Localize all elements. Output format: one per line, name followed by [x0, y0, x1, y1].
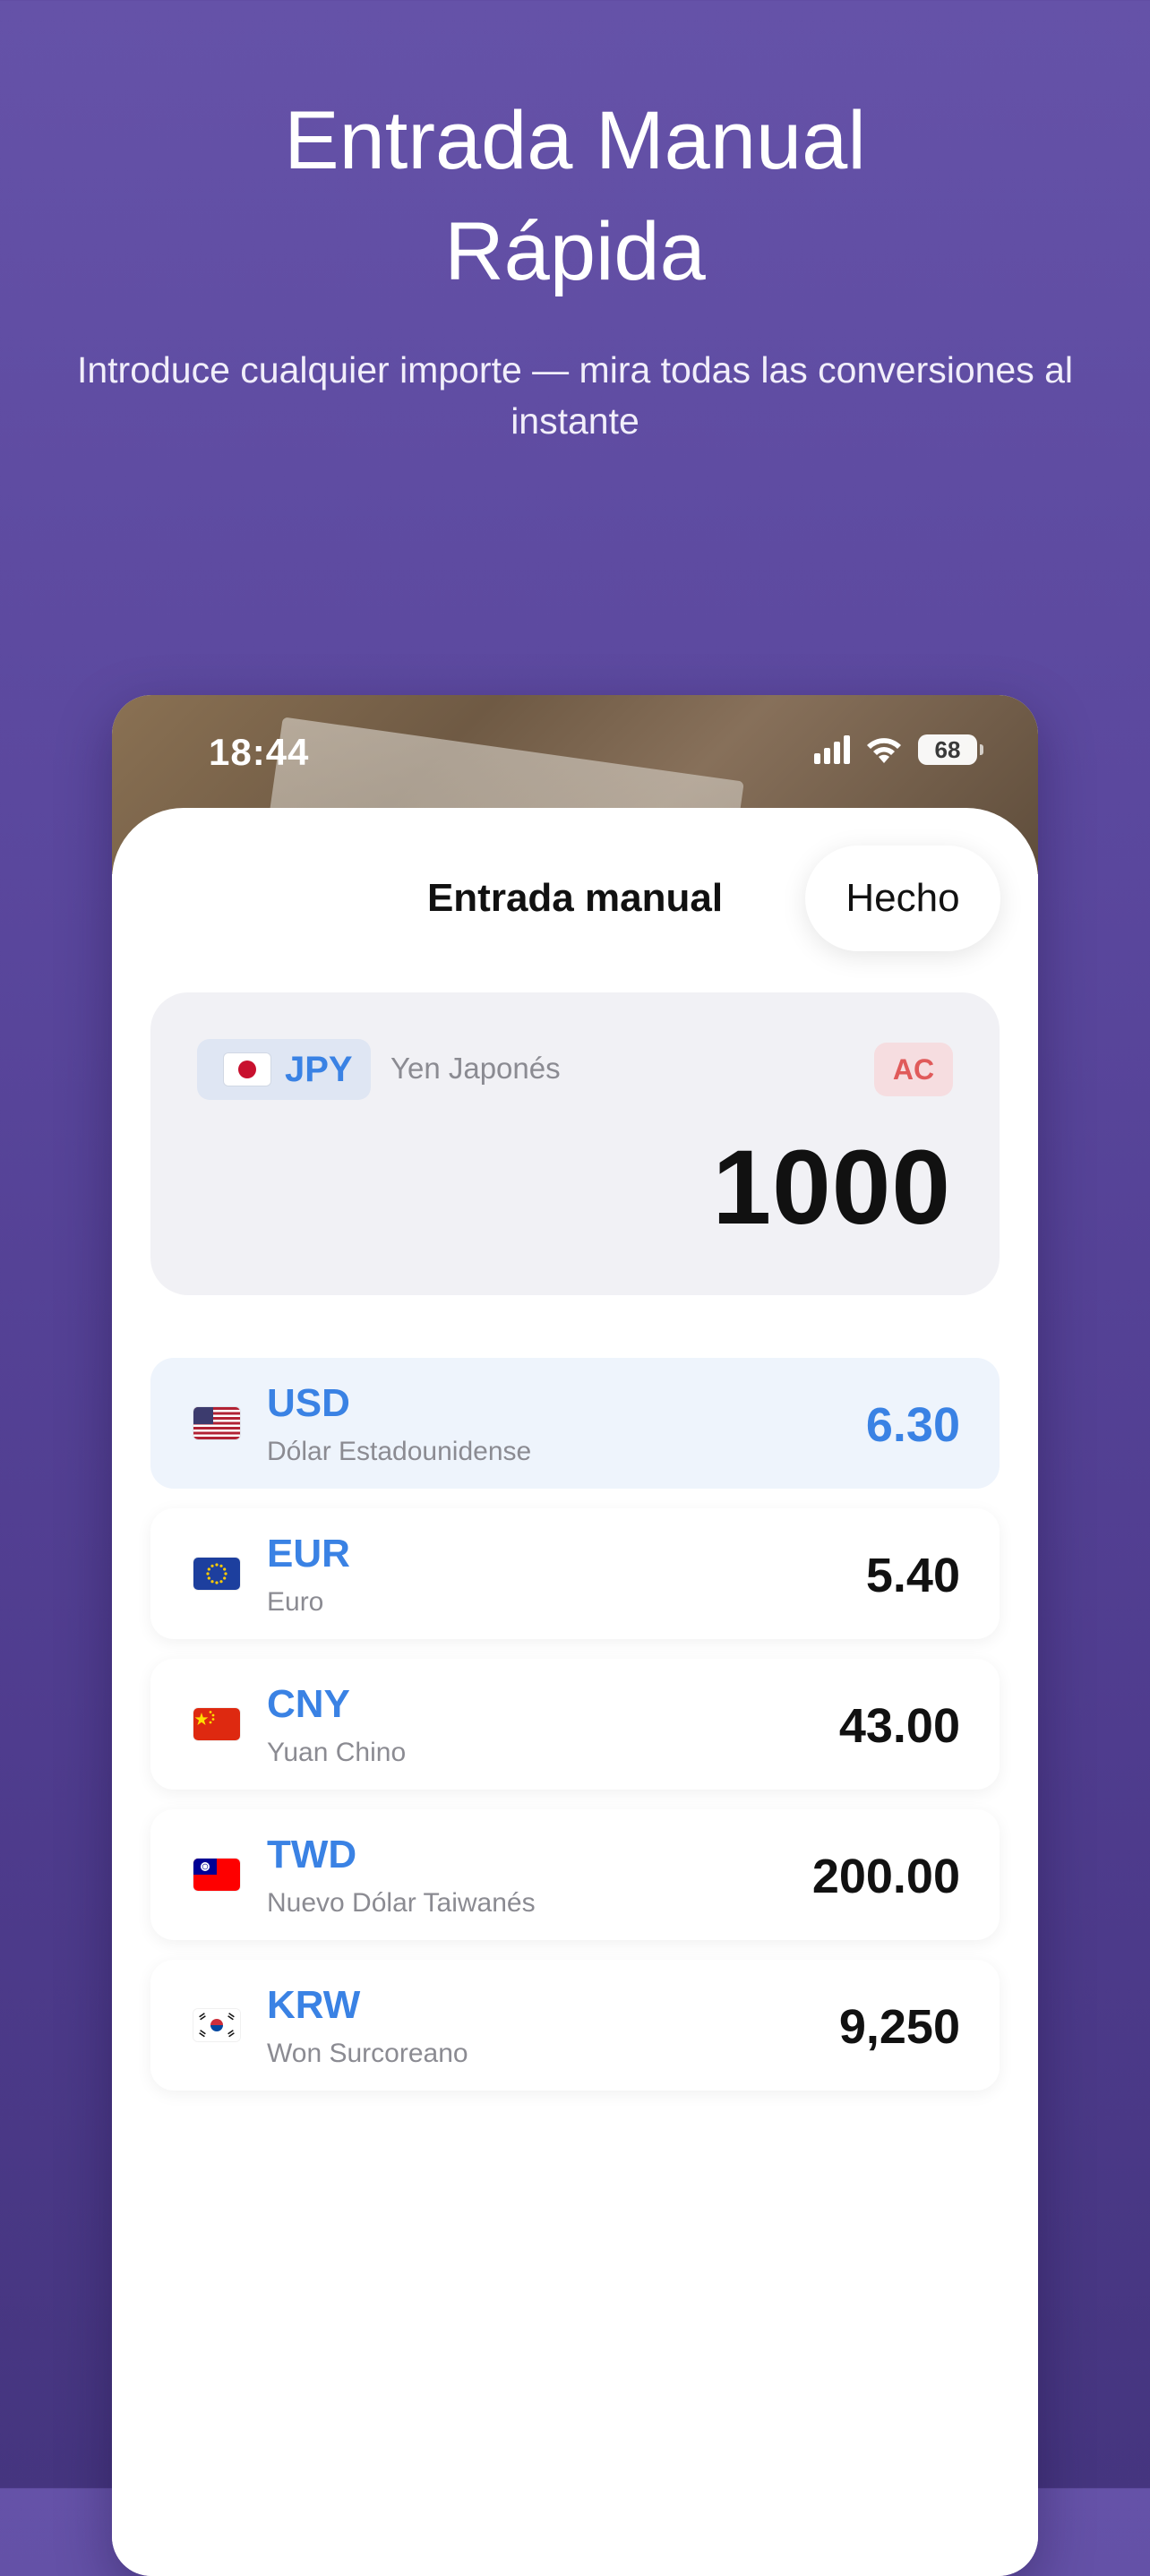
source-currency-name: Yen Japonés — [390, 1052, 561, 1085]
cn-flag-icon — [193, 1708, 240, 1740]
rate-row-cny[interactable]: CNY Yuan Chino 43.00 — [150, 1659, 1000, 1790]
rate-name: Dólar Estadounidense — [267, 1437, 532, 1466]
battery-icon: 68 — [918, 734, 983, 765]
rate-code: KRW — [267, 1983, 361, 2027]
source-currency-code: JPY — [285, 1049, 353, 1089]
jp-flag-icon — [224, 1053, 270, 1086]
signal-icon — [814, 735, 850, 764]
amount-input-card[interactable]: JPY Yen Japonés AC 1000 — [150, 992, 1000, 1295]
amount-value[interactable]: 1000 — [712, 1127, 951, 1249]
kr-flag-icon — [193, 2009, 240, 2041]
battery-level: 68 — [934, 735, 961, 763]
rate-value: 200.00 — [811, 1850, 960, 1903]
rate-value: 6.30 — [865, 1398, 960, 1452]
rate-name: Nuevo Dólar Taiwanés — [267, 1888, 536, 1918]
rate-code: USD — [267, 1381, 350, 1425]
wifi-icon — [864, 734, 904, 765]
phone-mockup: 18:44 68 Entrada manual Hecho JPY Yen Ja… — [112, 695, 1038, 2576]
tw-flag-icon — [193, 1859, 240, 1891]
rate-name: Won Surcoreano — [267, 2039, 468, 2068]
hero-title: Entrada Manual Rápida — [284, 95, 866, 297]
rate-row-krw[interactable]: KRW Won Surcoreano 9,250 — [150, 1960, 1000, 2091]
rate-code: TWD — [267, 1833, 357, 1876]
done-button[interactable]: Hecho — [805, 846, 1000, 951]
status-icons: 68 — [814, 734, 983, 765]
eu-flag-icon — [193, 1558, 240, 1590]
rate-row-eur[interactable]: EUR Euro 5.40 — [150, 1508, 1000, 1639]
hero-subtitle: Introduce cualquier importe — mira todas… — [76, 349, 1074, 442]
rate-value: 43.00 — [838, 1699, 960, 1753]
rate-code: CNY — [267, 1682, 350, 1726]
source-currency-chip[interactable]: JPY — [197, 1039, 371, 1100]
clear-button[interactable]: AC — [874, 1043, 953, 1096]
rate-name: Yuan Chino — [267, 1738, 407, 1767]
rate-name: Euro — [267, 1587, 324, 1617]
rate-row-usd[interactable]: USD Dólar Estadounidense 6.30 — [150, 1358, 1000, 1489]
rate-row-twd[interactable]: TWD Nuevo Dólar Taiwanés 200.00 — [150, 1809, 1000, 1940]
rate-code: EUR — [267, 1532, 350, 1576]
status-time: 18:44 — [209, 731, 310, 773]
rate-value: 5.40 — [865, 1549, 960, 1602]
rate-value: 9,250 — [838, 2000, 960, 2054]
us-flag-icon — [193, 1407, 240, 1439]
manual-entry-sheet: Entrada manual Hecho JPY Yen Japonés AC … — [112, 808, 1038, 2576]
